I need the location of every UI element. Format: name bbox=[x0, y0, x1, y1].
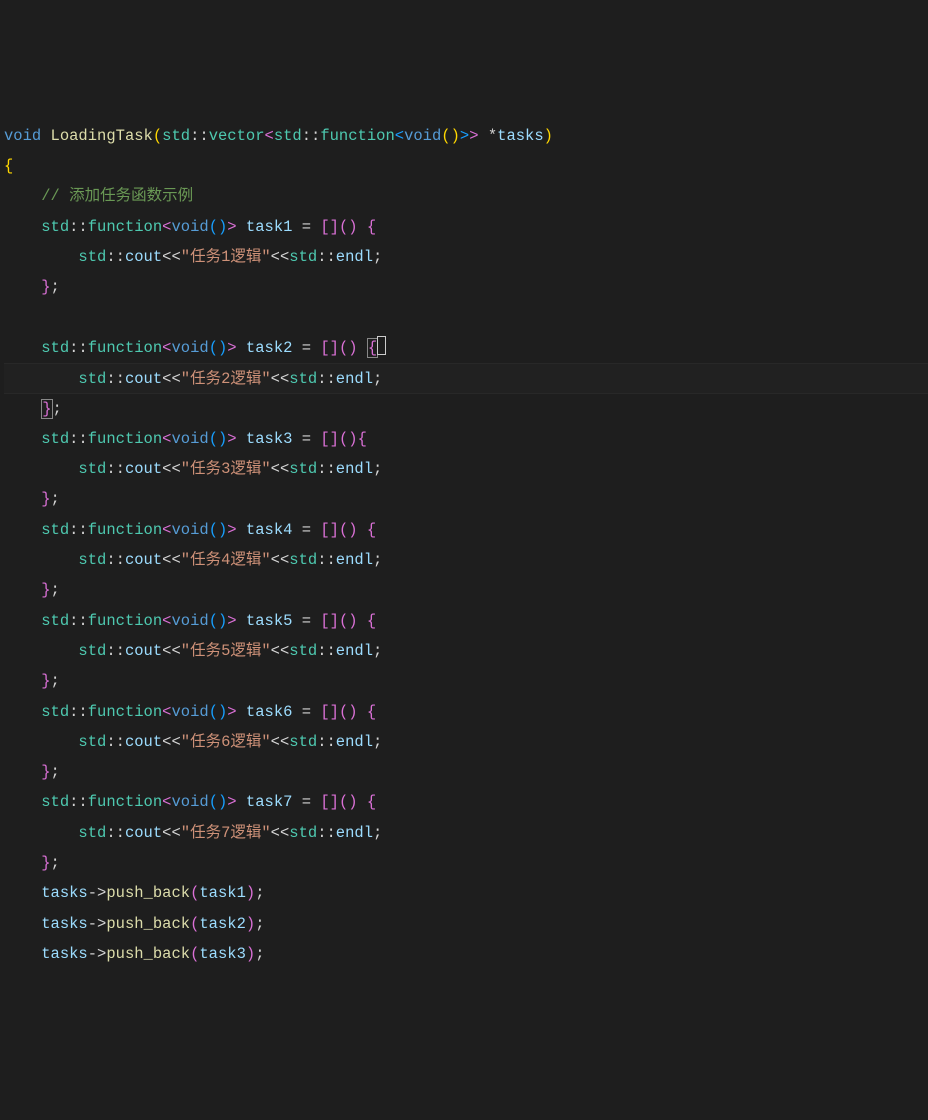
code-line[interactable]: std::cout<<"任务3逻辑"<<std::endl; bbox=[4, 454, 928, 484]
function-name: LoadingTask bbox=[51, 127, 153, 145]
code-line[interactable]: std::cout<<"任务4逻辑"<<std::endl; bbox=[4, 545, 928, 575]
code-line[interactable]: std::function<void()> task7 = []() { bbox=[4, 787, 928, 817]
code-line[interactable]: std::cout<<"任务6逻辑"<<std::endl; bbox=[4, 727, 928, 757]
code-line[interactable]: std::function<void()> task4 = []() { bbox=[4, 515, 928, 545]
method-call: push_back bbox=[106, 884, 190, 902]
code-line[interactable] bbox=[4, 303, 928, 333]
code-line[interactable]: tasks->push_back(task1); bbox=[4, 878, 928, 908]
code-line[interactable]: void LoadingTask(std::vector<std::functi… bbox=[4, 121, 928, 151]
code-line[interactable]: { bbox=[4, 151, 928, 181]
code-line[interactable]: std::cout<<"任务7逻辑"<<std::endl; bbox=[4, 818, 928, 848]
code-line[interactable]: tasks->push_back(task2); bbox=[4, 909, 928, 939]
code-line[interactable]: tasks->push_back(task3); bbox=[4, 939, 928, 969]
code-line[interactable]: }; bbox=[4, 272, 928, 302]
code-line[interactable]: }; bbox=[4, 575, 928, 605]
keyword: void bbox=[4, 127, 41, 145]
cursor-icon bbox=[377, 336, 386, 355]
code-line[interactable]: std::cout<<"任务5逻辑"<<std::endl; bbox=[4, 636, 928, 666]
code-line[interactable]: // 添加任务函数示例 bbox=[4, 181, 928, 211]
code-line[interactable]: std::function<void()> task3 = [](){ bbox=[4, 424, 928, 454]
code-editor[interactable]: void LoadingTask(std::vector<std::functi… bbox=[4, 121, 928, 969]
variable: task1 bbox=[246, 218, 293, 236]
code-line[interactable]: std::function<void()> task2 = []() { bbox=[4, 333, 928, 363]
code-line[interactable]: std::cout<<"任务1逻辑"<<std::endl; bbox=[4, 242, 928, 272]
type: vector bbox=[209, 127, 265, 145]
code-line[interactable]: }; bbox=[4, 484, 928, 514]
code-line[interactable]: }; bbox=[4, 757, 928, 787]
string-literal: "任务1逻辑" bbox=[181, 248, 271, 266]
code-line[interactable]: }; bbox=[4, 394, 928, 424]
code-line-active[interactable]: std::cout<<"任务2逻辑"<<std::endl; bbox=[4, 363, 928, 393]
code-line[interactable]: std::function<void()> task1 = []() { bbox=[4, 212, 928, 242]
code-line[interactable]: }; bbox=[4, 848, 928, 878]
comment: // 添加任务函数示例 bbox=[41, 187, 193, 205]
code-line[interactable]: std::function<void()> task5 = []() { bbox=[4, 606, 928, 636]
code-line[interactable]: }; bbox=[4, 666, 928, 696]
parameter: tasks bbox=[497, 127, 544, 145]
namespace: std bbox=[162, 127, 190, 145]
code-line[interactable]: std::function<void()> task6 = []() { bbox=[4, 697, 928, 727]
